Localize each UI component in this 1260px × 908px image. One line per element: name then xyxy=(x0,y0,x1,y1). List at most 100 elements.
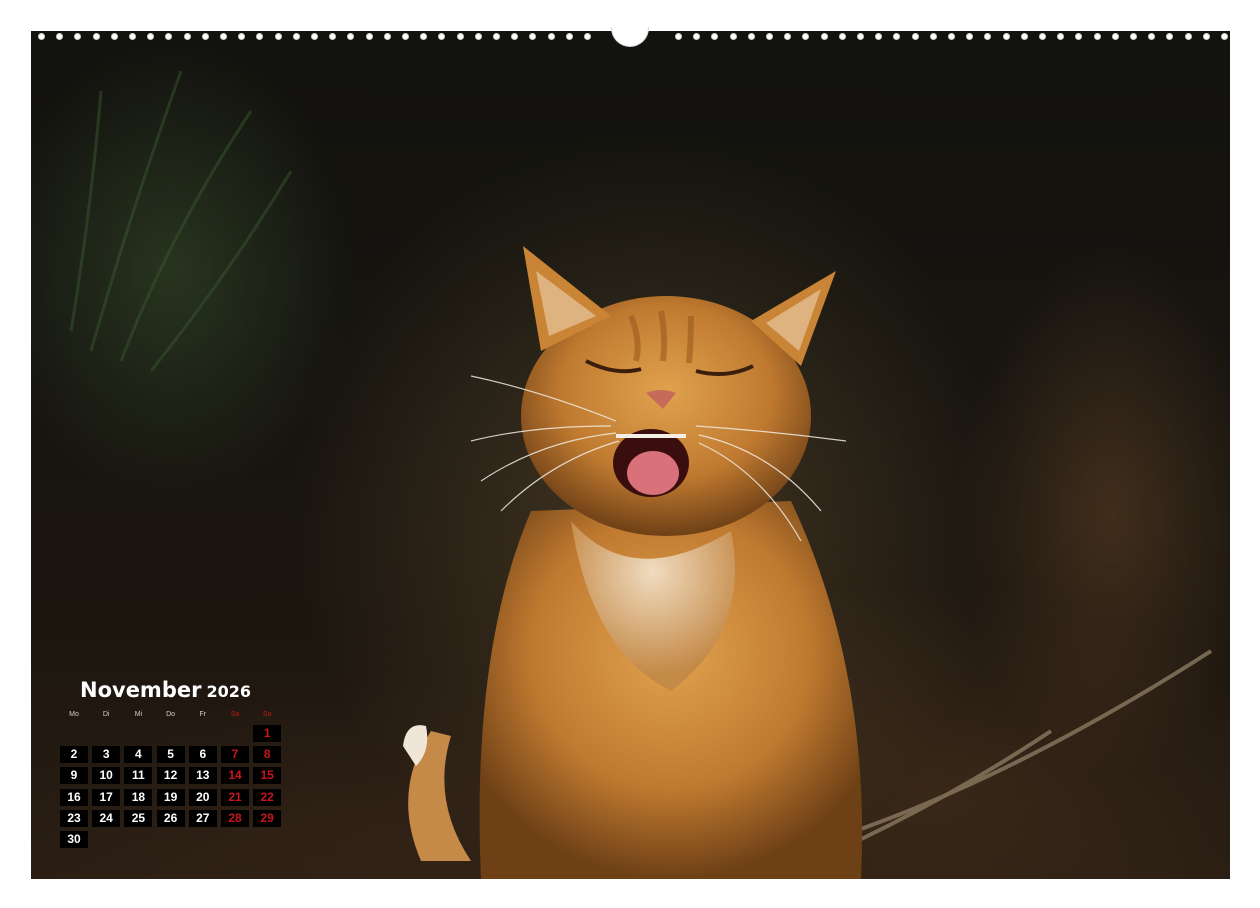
binding-hole xyxy=(565,33,573,40)
binding-hole xyxy=(547,33,555,40)
calendar-day: 24 xyxy=(92,809,121,827)
binding-hole xyxy=(1130,33,1137,40)
binding-hole xyxy=(1148,33,1156,40)
calendar-day: 26 xyxy=(156,809,185,827)
binding-hole xyxy=(1020,33,1028,40)
binding-hole xyxy=(183,33,191,40)
calendar-day: 4 xyxy=(124,746,153,764)
binding-hole xyxy=(292,33,300,40)
calendar-page: November 2026 Mo Di Mi Do Fr Sa So 1 2 3 4 5 6 7 8 9 10 1… xyxy=(0,0,1260,908)
binding-hole xyxy=(365,33,373,40)
binding-hole xyxy=(711,33,719,40)
binding-hole xyxy=(1075,33,1083,40)
binding-hole xyxy=(929,33,937,40)
calendar-day: 25 xyxy=(124,809,153,827)
calendar-day: 27 xyxy=(188,809,217,827)
calendar-day: 3 xyxy=(92,746,121,764)
binding-hole xyxy=(1039,33,1046,40)
binding-hole xyxy=(948,33,955,40)
calendar-day: 11 xyxy=(124,767,153,785)
calendar-day: 2 xyxy=(60,746,88,764)
calendar-day: 9 xyxy=(60,767,88,785)
calendar-day: 14 xyxy=(221,767,249,785)
binding-hole xyxy=(165,33,173,40)
calendar-day: 6 xyxy=(188,746,217,764)
binding-hole xyxy=(1111,33,1119,40)
binding-hole xyxy=(911,33,919,40)
binding-hole xyxy=(693,33,701,40)
calendar-day: 5 xyxy=(156,746,185,764)
calendar-year: 2026 xyxy=(206,682,251,701)
binding-hole xyxy=(383,33,391,40)
binding-hole xyxy=(529,33,537,40)
binding-hole xyxy=(129,33,136,40)
binding-hole xyxy=(474,33,482,40)
calendar-day: 19 xyxy=(156,788,185,806)
calendar-day: 1 xyxy=(253,725,282,742)
calendar-day: 22 xyxy=(253,788,282,806)
weekday-label: Mo xyxy=(69,711,79,718)
binding-hole xyxy=(92,33,100,40)
binding-hole xyxy=(347,33,355,40)
binding-hole xyxy=(456,33,464,40)
calendar-day: 30 xyxy=(60,831,88,848)
binding-hole xyxy=(1184,33,1192,40)
calendar-day: 23 xyxy=(60,809,88,827)
binding-hole xyxy=(729,33,737,40)
calendar-day: 12 xyxy=(156,767,185,785)
binding-hole xyxy=(857,33,864,40)
weekday-label: So xyxy=(262,711,272,718)
weekday-label: Mi xyxy=(134,711,143,718)
binding-hole xyxy=(147,33,155,40)
binding-hole xyxy=(1221,33,1228,40)
binding-hole xyxy=(402,33,409,40)
binding-hole xyxy=(511,33,519,40)
binding-hole xyxy=(1057,33,1065,40)
binding-hole xyxy=(493,33,500,40)
binding-hole xyxy=(238,33,246,40)
binding-hole xyxy=(675,33,682,40)
binding-hole xyxy=(766,33,773,40)
binding-hole xyxy=(38,33,45,40)
calendar-day: 17 xyxy=(92,788,121,806)
binding-hole xyxy=(256,33,264,40)
calendar-day: 28 xyxy=(221,809,249,827)
calendar-day: 21 xyxy=(221,788,249,806)
binding-hole xyxy=(802,33,810,40)
calendar-day: 29 xyxy=(253,809,282,827)
binding-hole xyxy=(74,33,82,40)
binding-hole xyxy=(1202,33,1210,40)
calendar-day: 20 xyxy=(188,788,217,806)
calendar-day: 15 xyxy=(253,767,282,785)
binding-hole xyxy=(274,33,282,40)
weekday-label: Sa xyxy=(230,711,240,718)
binding-hole xyxy=(820,33,828,40)
binding-hole xyxy=(438,33,446,40)
binding-hole xyxy=(966,33,974,40)
weekday-label: Fr xyxy=(199,711,207,718)
binding-hole xyxy=(110,33,118,40)
binding-hole xyxy=(420,33,428,40)
calendar-day: 16 xyxy=(60,788,88,806)
binding-hole xyxy=(201,33,209,40)
calendar-day: 10 xyxy=(92,767,121,785)
calendar-day: 13 xyxy=(188,767,217,785)
binding-hole xyxy=(838,33,846,40)
calendar-day: 18 xyxy=(124,788,153,806)
binding-hole xyxy=(311,33,318,40)
binding-hole xyxy=(56,33,64,40)
binding-hole xyxy=(1002,33,1010,40)
binding-hole xyxy=(1093,33,1101,40)
calendar-title: November 2026 xyxy=(80,678,251,702)
binding-hole xyxy=(875,33,883,40)
calendar-month: November xyxy=(80,678,202,702)
weekday-label: Do xyxy=(166,711,176,718)
binding-hole xyxy=(220,33,227,40)
binding-hole xyxy=(747,33,755,40)
calendar-day: 7 xyxy=(221,746,249,764)
binding-hole xyxy=(329,33,337,40)
calendar-day: 8 xyxy=(253,746,282,764)
binding-hole xyxy=(584,33,591,40)
binding-hole xyxy=(784,33,792,40)
weekday-label: Di xyxy=(102,711,110,718)
